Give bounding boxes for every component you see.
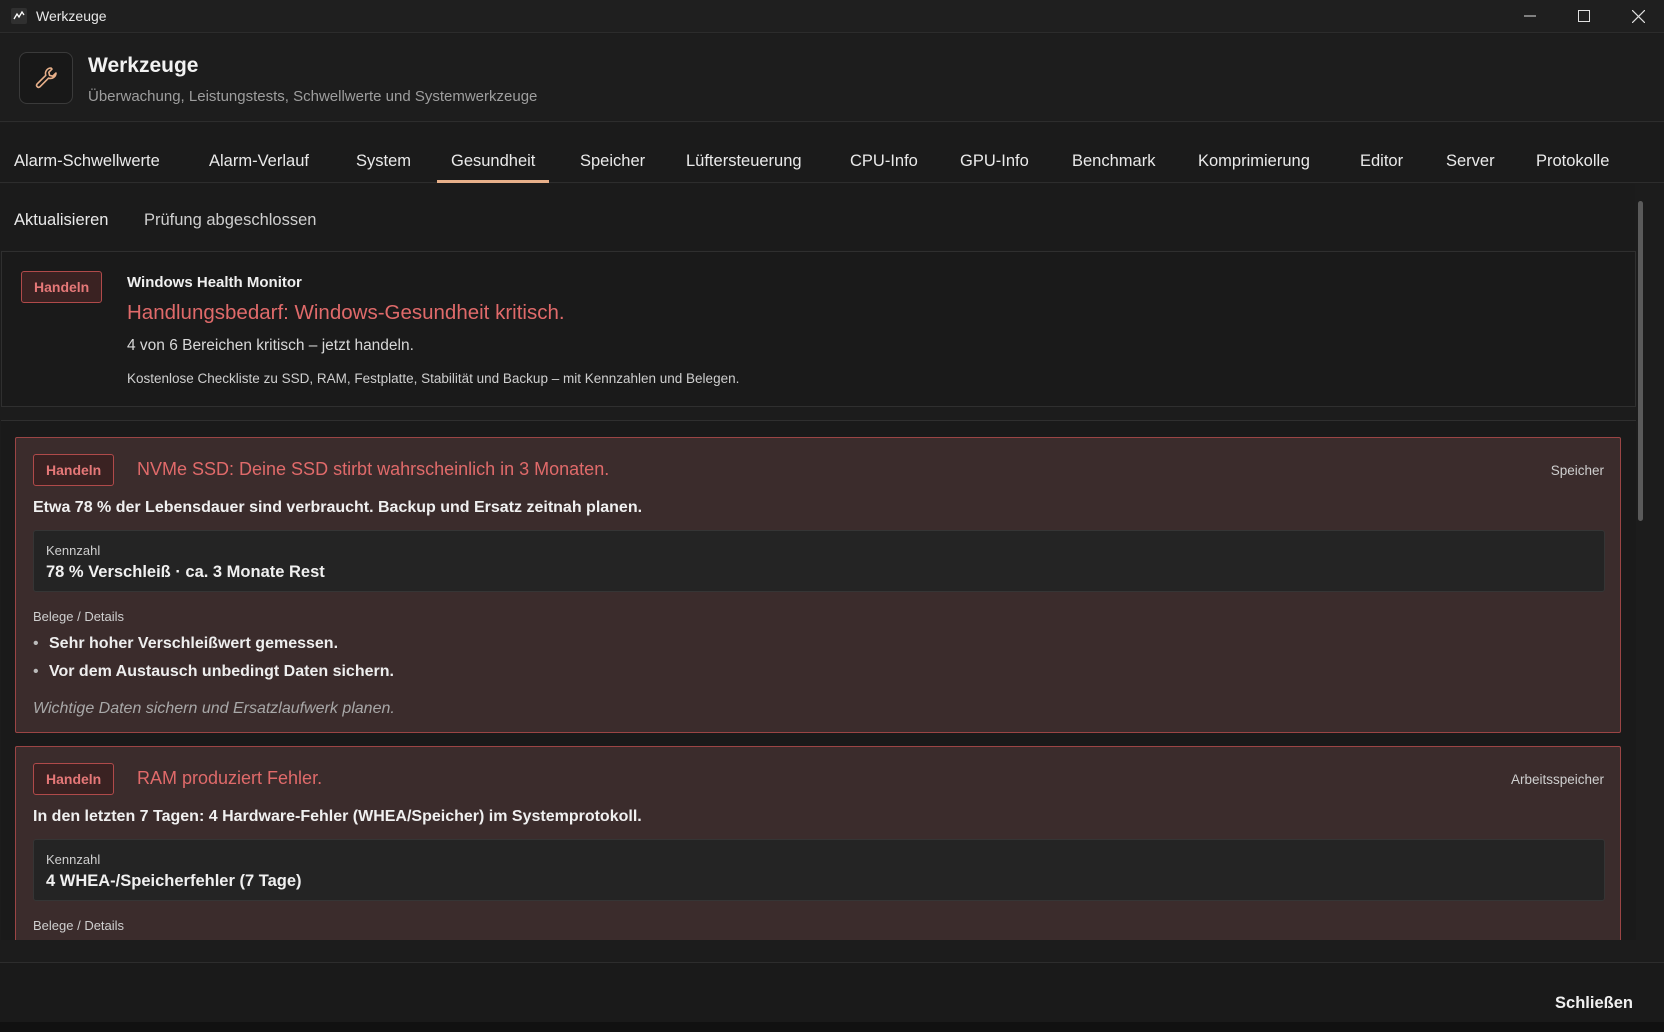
health-summary-card: Handeln Windows Health Monitor Handlungs…	[1, 251, 1636, 407]
bullet-icon: •	[33, 635, 39, 652]
maximize-icon[interactable]	[1557, 0, 1611, 32]
title-bar: Werkzeuge	[0, 0, 1664, 33]
issue-category: Speicher	[1550, 463, 1604, 478]
summary-headline: Handlungsbedarf: Windows-Gesundheit krit…	[127, 301, 565, 324]
tab-komprimierung[interactable]: Komprimierung	[1198, 123, 1310, 183]
issue-list[interactable]: Handeln NVMe SSD: Deine SSD stirbt wahrs…	[1, 420, 1636, 940]
metric-label: Kennzahl	[46, 543, 101, 558]
details-label: Belege / Details	[33, 609, 125, 624]
issue-recommendation: Wichtige Daten sichern und Ersatzlaufwer…	[33, 700, 395, 717]
tab-alarm-verlauf[interactable]: Alarm-Verlauf	[209, 123, 309, 183]
detail-text: Vor dem Austausch unbedingt Daten sicher…	[49, 663, 394, 680]
issue-card: Handeln RAM produziert Fehler. Arbeitssp…	[15, 746, 1621, 940]
scrollbar-thumb[interactable]	[1638, 201, 1643, 521]
issue-title: NVMe SSD: Deine SSD stirbt wahrscheinlic…	[137, 459, 610, 479]
issue-title: RAM produziert Fehler.	[137, 768, 323, 788]
tab-benchmark[interactable]: Benchmark	[1072, 123, 1155, 183]
wrench-icon	[19, 52, 73, 104]
app-icon	[11, 8, 27, 24]
issue-card: Handeln NVMe SSD: Deine SSD stirbt wahrs…	[15, 437, 1621, 733]
metric-box: Kennzahl 78 % Verschleiß · ca. 3 Monate …	[33, 530, 1605, 592]
close-icon[interactable]	[1611, 0, 1664, 32]
status-text: Prüfung abgeschlossen	[144, 211, 317, 229]
metric-value: 4 WHEA-/Speicherfehler (7 Tage)	[46, 872, 302, 890]
detail-item: • Sehr hoher Verschleißwert gemessen.	[33, 635, 338, 653]
bullet-icon: •	[33, 663, 39, 680]
tab-system[interactable]: System	[356, 123, 411, 183]
summary-count: 4 von 6 Bereichen kritisch – jetzt hande…	[127, 337, 414, 354]
footer: Schließen	[0, 962, 1664, 1022]
metric-value: 78 % Verschleiß · ca. 3 Monate Rest	[46, 563, 325, 581]
detail-text: Sehr hoher Verschleißwert gemessen.	[49, 635, 339, 652]
window-title: Werkzeuge	[36, 8, 107, 24]
details-label: Belege / Details	[33, 918, 125, 933]
metric-box: Kennzahl 4 WHEA-/Speicherfehler (7 Tage)	[33, 839, 1605, 901]
status-badge: Handeln	[33, 763, 115, 795]
tab-editor[interactable]: Editor	[1360, 123, 1403, 183]
issue-summary: In den letzten 7 Tagen: 4 Hardware-Fehle…	[33, 808, 642, 825]
refresh-button[interactable]: Aktualisieren	[14, 211, 108, 230]
issue-category: Arbeitsspeicher	[1510, 772, 1604, 787]
status-badge: Handeln	[21, 271, 103, 303]
page-header: Werkzeuge Überwachung, Leistungstests, S…	[0, 34, 1664, 122]
page-title: Werkzeuge	[88, 54, 199, 77]
tab-gesundheit[interactable]: Gesundheit	[437, 123, 550, 183]
tab-speicher[interactable]: Speicher	[580, 123, 645, 183]
close-button[interactable]: Schließen	[1555, 994, 1633, 1013]
tab-cpu-info[interactable]: CPU-Info	[850, 123, 918, 183]
tab-gpu-info[interactable]: GPU-Info	[960, 123, 1029, 183]
issue-summary: Etwa 78 % der Lebensdauer sind verbrauch…	[33, 499, 643, 516]
page-subtitle: Überwachung, Leistungstests, Schwellwert…	[88, 88, 538, 105]
status-badge: Handeln	[33, 454, 115, 486]
vertical-scrollbar[interactable]	[1637, 198, 1645, 940]
summary-app-name: Windows Health Monitor	[127, 274, 302, 291]
tab-alarm-schwellwerte[interactable]: Alarm-Schwellwerte	[14, 123, 160, 183]
tab-protokolle[interactable]: Protokolle	[1536, 123, 1609, 183]
tab-bar: Alarm-Schwellwerte Alarm-Verlauf System …	[0, 123, 1664, 183]
minimize-icon[interactable]	[1503, 0, 1557, 32]
tab-luftersteuerung[interactable]: Lüftersteuerung	[686, 123, 802, 183]
detail-item: • Vor dem Austausch unbedingt Daten siche…	[33, 663, 394, 681]
window-bottom-edge	[0, 1022, 1664, 1032]
summary-description: Kostenlose Checkliste zu SSD, RAM, Festp…	[127, 371, 740, 386]
tab-server[interactable]: Server	[1446, 123, 1495, 183]
toolbar: Aktualisieren Prüfung abgeschlossen	[0, 184, 1635, 250]
metric-label: Kennzahl	[46, 852, 101, 867]
